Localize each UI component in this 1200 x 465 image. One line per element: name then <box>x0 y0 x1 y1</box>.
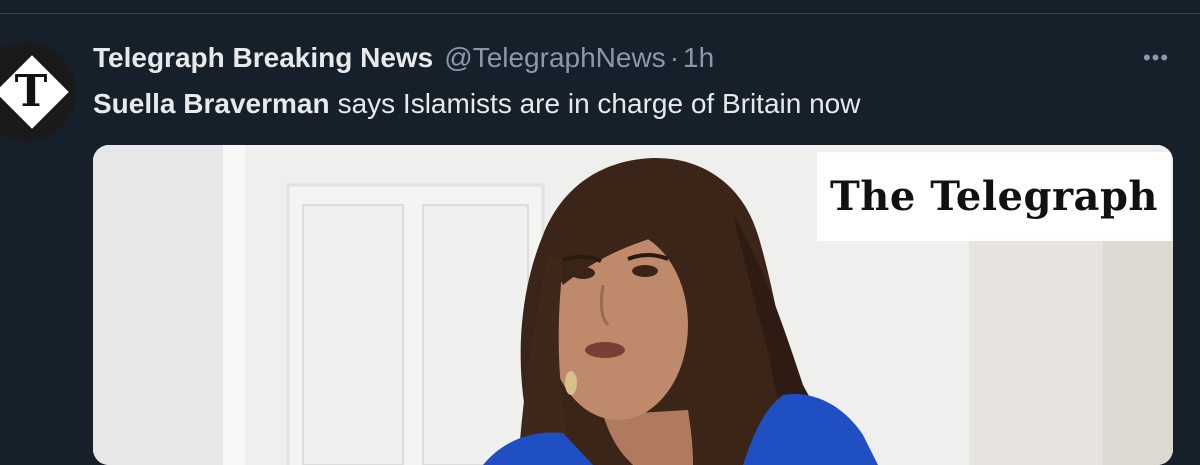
media-card[interactable]: The Telegraph <box>93 145 1173 465</box>
top-divider <box>0 13 1200 14</box>
more-options-icon[interactable]: ••• <box>1138 45 1174 70</box>
author-name[interactable]: Telegraph Breaking News <box>93 42 433 74</box>
tweet-header: Telegraph Breaking News @TelegraphNews ·… <box>93 40 714 76</box>
brand-box: The Telegraph <box>817 152 1171 241</box>
brand-label: The Telegraph <box>829 173 1158 220</box>
tweet-mention: Suella Braverman <box>93 88 330 119</box>
telegraph-logo-icon: T <box>14 66 48 117</box>
separator-dot: · <box>669 42 680 73</box>
tweet-body: says Islamists are in charge of Britain … <box>337 88 861 119</box>
author-handle[interactable]: @TelegraphNews <box>444 42 665 74</box>
timestamp[interactable]: 1h <box>683 42 714 74</box>
tweet-text: Suella Braverman says Islamists are in c… <box>93 86 860 122</box>
avatar[interactable]: T <box>0 42 76 142</box>
